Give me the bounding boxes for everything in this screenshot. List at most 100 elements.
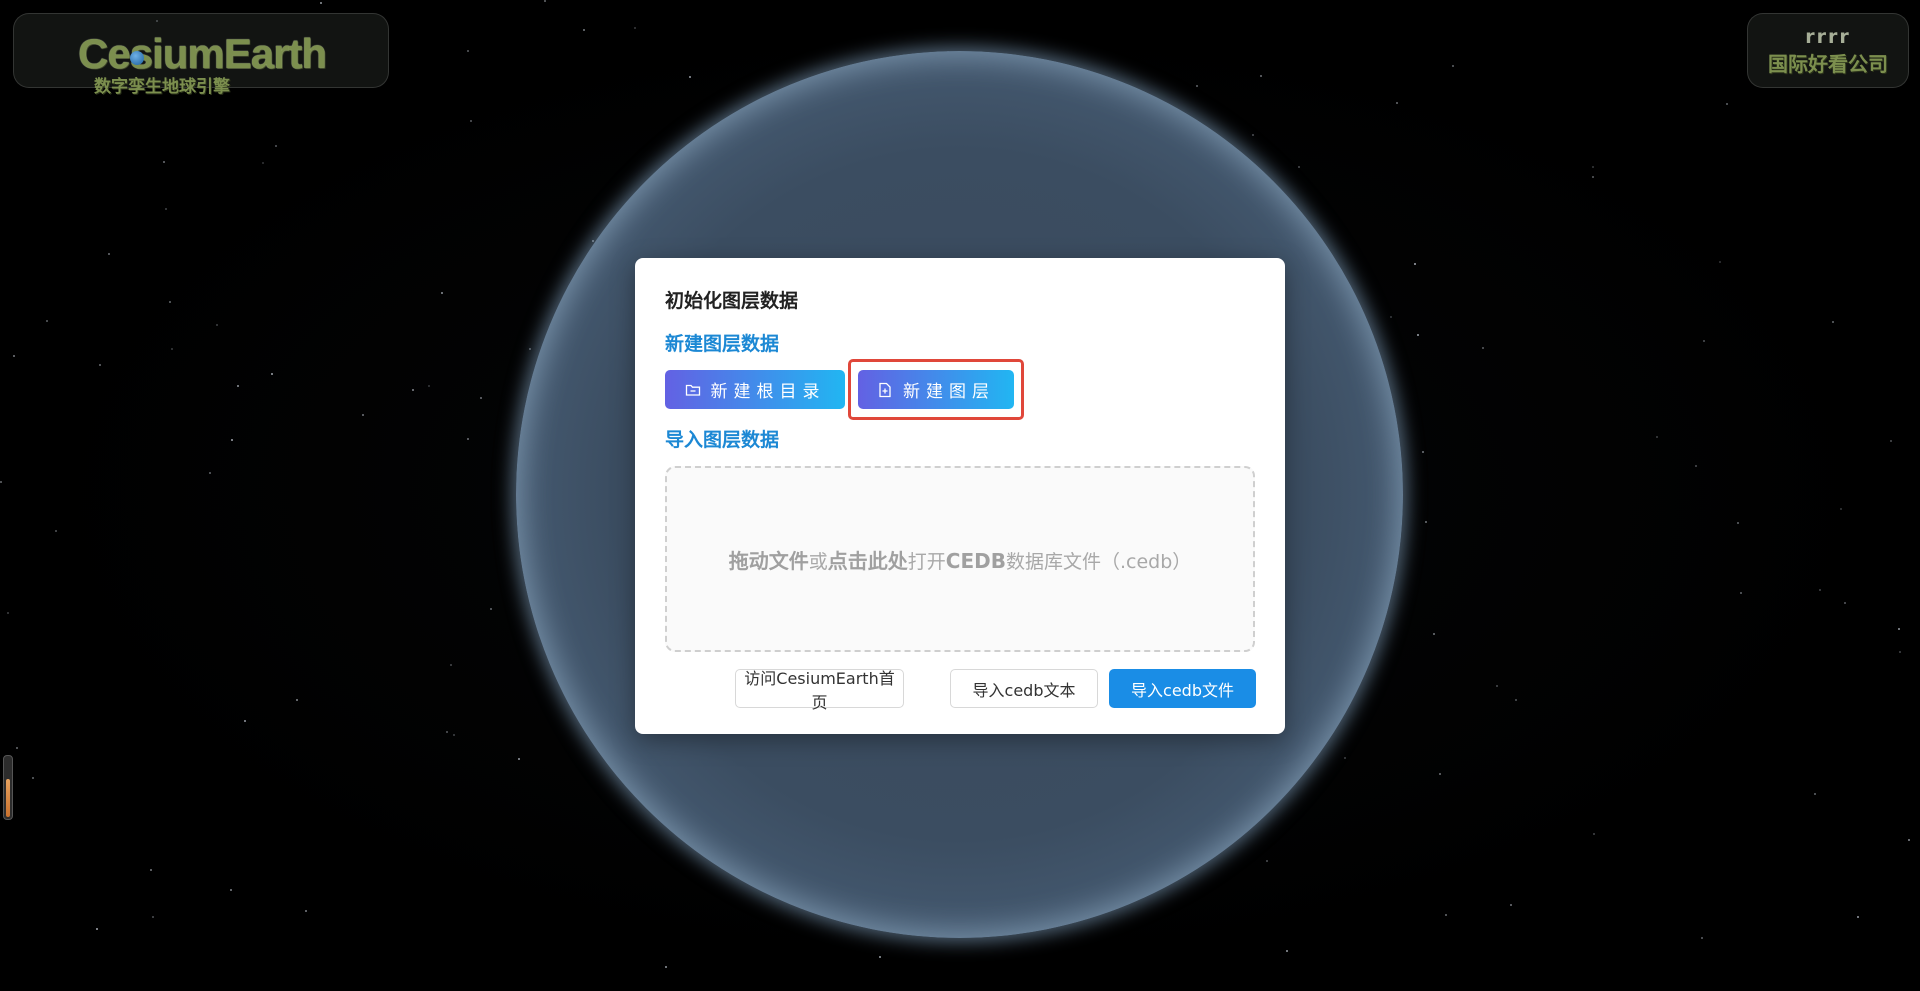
star [55, 530, 57, 532]
star [450, 664, 452, 666]
star [1439, 773, 1441, 775]
file-dropzone[interactable]: 拖动文件或点击此处打开CEDB数据库文件（.cedb） [665, 466, 1255, 652]
star [529, 348, 531, 350]
star [1890, 440, 1892, 442]
star [1396, 102, 1398, 104]
star [1703, 340, 1705, 342]
star [216, 324, 218, 326]
star [1695, 465, 1697, 467]
star [152, 916, 154, 918]
star [108, 253, 110, 255]
star [428, 385, 430, 387]
star [1515, 699, 1517, 701]
star [320, 2, 322, 4]
star [46, 320, 48, 322]
star [1844, 602, 1846, 604]
star [1390, 316, 1392, 318]
star [1656, 436, 1658, 438]
new-layer-highlight-box [848, 359, 1024, 420]
star [1344, 757, 1346, 759]
viewer-scene[interactable]: CesiumEarth 数字孪生地球引擎 rrrr 国际好看公司 初始化图层数据… [0, 0, 1920, 991]
star [441, 292, 443, 294]
star [1819, 589, 1821, 591]
star [1422, 451, 1424, 453]
star [1425, 521, 1427, 523]
dropzone-open-text: 打开 [907, 550, 946, 573]
import-cedb-file-button[interactable]: 导入cedb文件 [1109, 669, 1256, 708]
star [1701, 937, 1703, 939]
star [1414, 263, 1416, 265]
star [490, 608, 492, 610]
star [1496, 685, 1498, 687]
star [16, 747, 18, 749]
star [879, 956, 881, 958]
side-slider-fill [6, 779, 10, 817]
dropzone-click-text: 点击此处 [827, 548, 908, 573]
dialog-title: 初始化图层数据 [665, 290, 799, 312]
star [1737, 522, 1739, 524]
star [480, 397, 482, 399]
dropzone-or-text: 或 [808, 550, 828, 573]
star [1908, 839, 1910, 841]
star [362, 414, 364, 416]
star [446, 731, 448, 733]
star [1286, 950, 1288, 952]
star [1592, 166, 1594, 168]
star [634, 27, 636, 29]
star [467, 50, 469, 52]
star [1445, 914, 1447, 916]
star [96, 928, 98, 930]
star [1417, 334, 1419, 336]
user-name: rrrr [1805, 26, 1851, 48]
star [1482, 347, 1484, 349]
star [1592, 176, 1594, 178]
star [1832, 321, 1834, 323]
star [171, 348, 173, 350]
new-layer-section-title: 新建图层数据 [665, 333, 780, 355]
side-slider-handle[interactable] [3, 755, 13, 820]
star [583, 29, 585, 31]
star [470, 120, 472, 122]
user-panel[interactable]: rrrr 国际好看公司 [1747, 13, 1909, 88]
star [1510, 904, 1512, 906]
star [296, 699, 298, 701]
star [1740, 592, 1742, 594]
star [262, 162, 264, 164]
star [518, 758, 520, 760]
brand-title: CesiumEarth [78, 30, 327, 77]
star [1298, 166, 1300, 168]
init-layer-dialog: 初始化图层数据 新建图层数据 新建根目录 新建图层 导入图层数据 拖动文件或点击… [635, 258, 1285, 734]
new-root-directory-button[interactable]: 新建根目录 [665, 370, 845, 409]
star [275, 145, 277, 147]
star [1857, 916, 1859, 918]
star [1196, 85, 1198, 87]
star [1726, 103, 1728, 105]
star [163, 161, 165, 163]
new-root-directory-label: 新建根目录 [710, 382, 826, 402]
star [467, 438, 469, 440]
star [1719, 261, 1721, 263]
star [7, 612, 9, 614]
star [412, 389, 414, 391]
star [165, 208, 167, 210]
star [305, 910, 307, 912]
user-company: 国际好看公司 [1768, 52, 1888, 76]
star [1899, 651, 1901, 653]
star [544, 0, 546, 2]
star [1593, 833, 1595, 835]
star [1433, 633, 1435, 635]
dropzone-db-text: 数据库文件（.cedb） [1005, 550, 1192, 573]
star [1266, 860, 1268, 862]
globe-logo-icon [130, 51, 144, 65]
star [13, 355, 15, 357]
star [1260, 75, 1262, 77]
brand-logo-panel: CesiumEarth 数字孪生地球引擎 [13, 13, 389, 97]
visit-homepage-button[interactable]: 访问CesiumEarth首页 [735, 669, 904, 712]
import-cedb-text-button[interactable]: 导入cedb文本 [950, 669, 1098, 708]
star [150, 869, 152, 871]
star [0, 481, 2, 483]
star [169, 301, 171, 303]
star [244, 720, 246, 722]
star [453, 734, 455, 736]
star [1898, 628, 1900, 630]
